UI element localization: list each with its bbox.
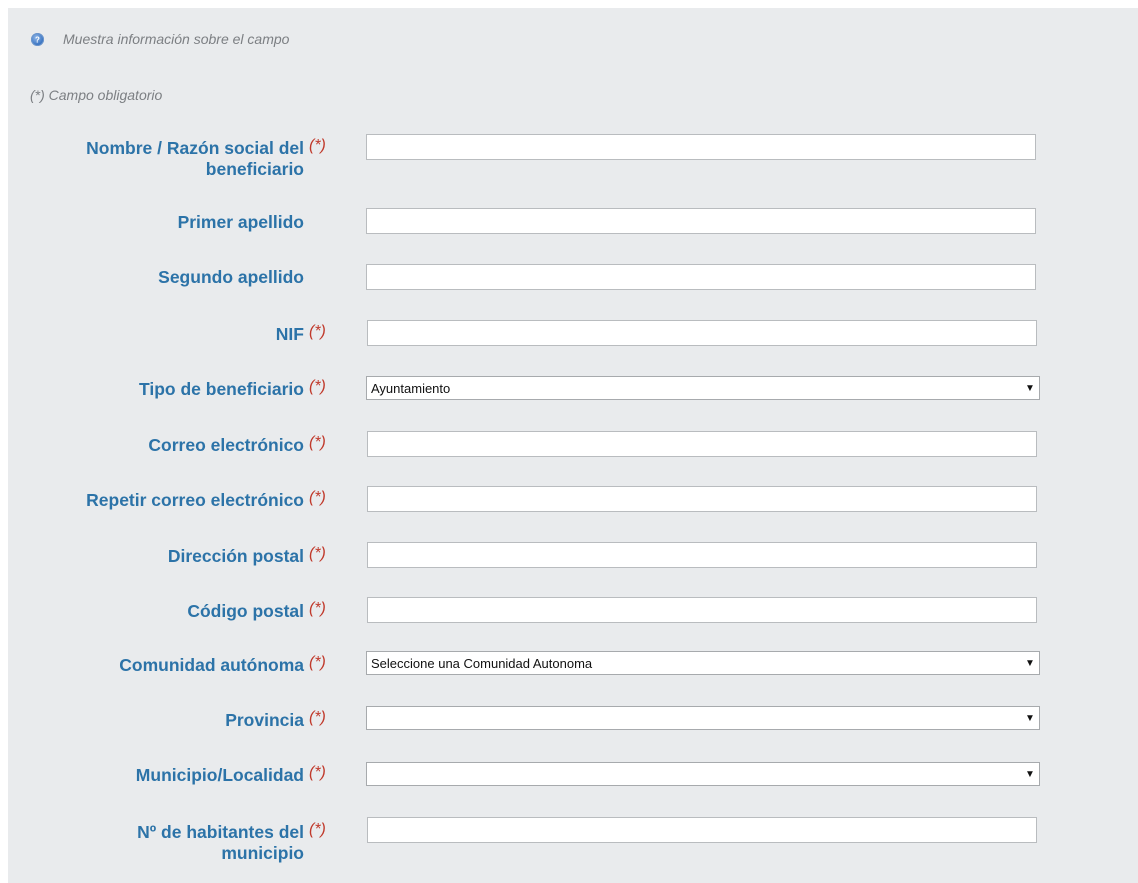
- label-municipio: Municipio/Localidad: [135, 765, 304, 785]
- label-provincia: Provincia: [225, 710, 304, 730]
- required-marker: (*): [309, 600, 326, 617]
- label-codigo-postal: Código postal: [187, 601, 304, 621]
- direccion-input[interactable]: [367, 542, 1037, 568]
- required-marker: (*): [309, 709, 326, 726]
- nif-input[interactable]: [367, 320, 1037, 346]
- select-value: Ayuntamiento: [371, 380, 451, 396]
- required-marker: (*): [309, 378, 326, 395]
- label-segundo-apellido: Segundo apellido: [158, 267, 304, 287]
- tipo-beneficiario-select[interactable]: Ayuntamiento ▼: [366, 376, 1040, 400]
- label-comunidad: Comunidad autónoma: [119, 655, 304, 675]
- label-nif: NIF: [275, 324, 304, 344]
- segundo-apellido-input[interactable]: [366, 264, 1036, 290]
- required-marker: (*): [309, 545, 326, 562]
- label-habitantes: Nº de habitantes del municipio: [137, 822, 304, 863]
- correo-input[interactable]: [367, 431, 1037, 457]
- label-primer-apellido: Primer apellido: [177, 212, 304, 232]
- label-repetir-correo: Repetir correo electrónico: [86, 490, 304, 510]
- label-tipo-beneficiario: Tipo de beneficiario: [139, 379, 304, 399]
- label-nombre: Nombre / Razón social del beneficiario: [86, 138, 304, 179]
- nombre-input[interactable]: [366, 134, 1036, 160]
- dropdown-arrow-icon: ▼: [1025, 768, 1035, 780]
- municipio-select[interactable]: ▼: [366, 762, 1040, 786]
- required-marker: (*): [309, 821, 326, 838]
- required-marker: (*): [309, 323, 326, 340]
- primer-apellido-input[interactable]: [366, 208, 1036, 234]
- required-field-note: (*) Campo obligatorio: [30, 87, 163, 103]
- dropdown-arrow-icon: ▼: [1025, 657, 1035, 669]
- habitantes-input[interactable]: [367, 817, 1037, 843]
- repetir-correo-input[interactable]: [367, 486, 1037, 512]
- info-legend-text: Muestra información sobre el campo: [63, 31, 290, 47]
- required-marker: (*): [309, 654, 326, 671]
- provincia-select[interactable]: ▼: [366, 706, 1040, 730]
- info-legend: ? Muestra información sobre el campo: [31, 31, 289, 47]
- required-marker: (*): [309, 434, 326, 451]
- required-marker: (*): [309, 489, 326, 506]
- label-direccion: Dirección postal: [167, 546, 304, 566]
- comunidad-select[interactable]: Seleccione una Comunidad Autonoma ▼: [366, 651, 1040, 675]
- svg-text:?: ?: [35, 35, 40, 44]
- dropdown-arrow-icon: ▼: [1025, 712, 1035, 724]
- select-value: Seleccione una Comunidad Autonoma: [371, 655, 593, 671]
- required-marker: (*): [309, 137, 326, 154]
- codigo-postal-input[interactable]: [367, 597, 1037, 623]
- dropdown-arrow-icon: ▼: [1025, 382, 1035, 394]
- help-info-icon: ?: [31, 32, 44, 46]
- label-correo: Correo electrónico: [148, 435, 304, 455]
- required-marker: (*): [309, 764, 326, 781]
